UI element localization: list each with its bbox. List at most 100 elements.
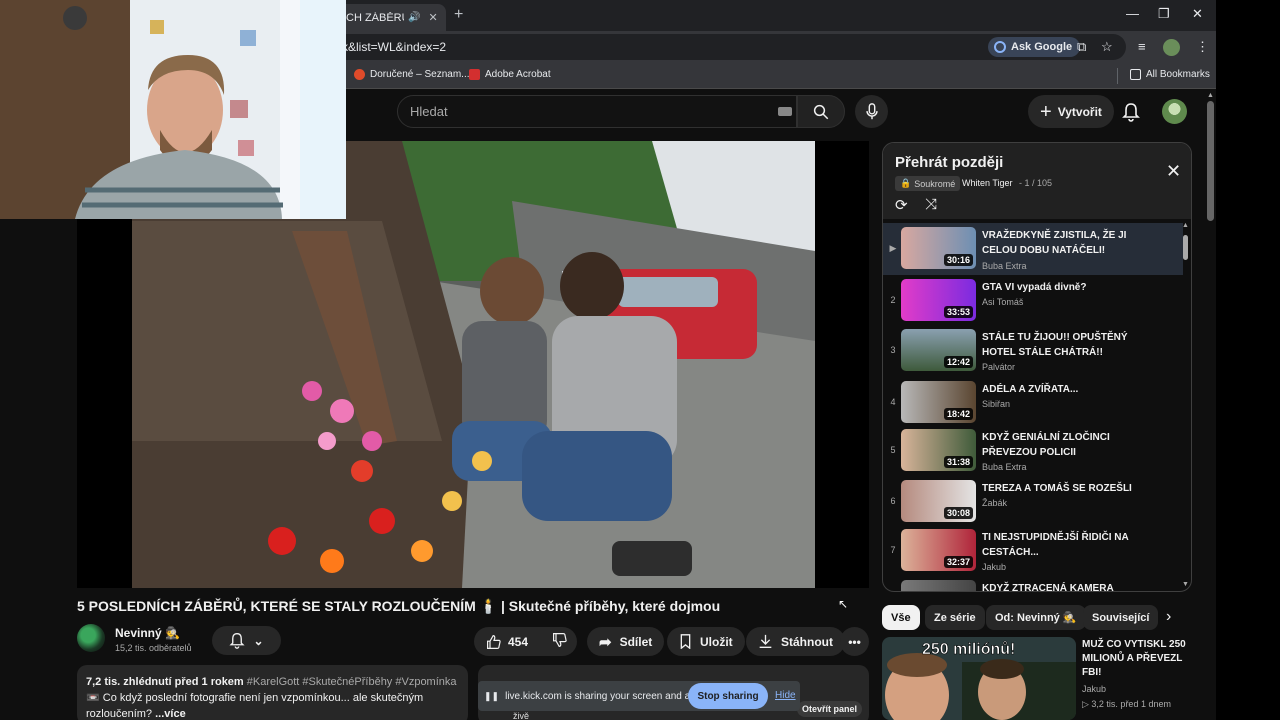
bookmark-acrobat[interactable]: Adobe Acrobat — [469, 69, 551, 80]
recommended-meta: ▷ 3,2 tis. před 1 dnem — [1082, 699, 1171, 709]
playlist-scrollbar[interactable]: ▲ ▼ — [1182, 222, 1189, 588]
url-text[interactable]: k&list=WL&index=2 — [342, 40, 446, 54]
profile-avatar-icon[interactable] — [1163, 39, 1180, 56]
search-input[interactable] — [410, 104, 750, 119]
dislike-button[interactable] — [552, 632, 568, 651]
menu-icon[interactable]: ⋮ — [1196, 39, 1209, 55]
restore-icon[interactable]: ❐ — [1158, 6, 1170, 22]
install-app-icon[interactable]: ⧉ — [1077, 39, 1086, 55]
thumbnail: 31:38 — [901, 429, 976, 471]
like-button[interactable]: 454 — [486, 634, 528, 650]
playlist-item[interactable]: 7 32:37 TI NEJSTUPIDNĚJŠÍ ŘIDIČI NA CEST… — [883, 525, 1183, 577]
like-dislike-group: 454 — [474, 627, 577, 656]
playing-indicator: ▶ — [889, 243, 897, 253]
duration: 12:42 — [943, 356, 973, 368]
new-tab-icon[interactable]: + — [454, 6, 463, 24]
tab-active[interactable]: CH ZÁBĚRŮ, KT 🔊 ✕ — [336, 4, 446, 31]
chip-related[interactable]: Související — [1083, 605, 1159, 630]
thumbnail-text: 250 miliónů! — [922, 641, 1015, 658]
bookmark-seznam[interactable]: Doručené – Seznam... — [354, 69, 470, 80]
more-icon: ••• — [848, 634, 861, 649]
playlist-item-channel: Buba Extra — [982, 462, 1027, 472]
more-link[interactable]: ...více — [155, 708, 186, 720]
chip-from-channel[interactable]: Od: Nevinný 🕵️ — [986, 605, 1086, 630]
scroll-up-icon[interactable]: ▲ — [1207, 92, 1214, 99]
minimize-icon[interactable]: — — [1126, 6, 1139, 21]
playlist-owner[interactable]: Whiten Tiger — [962, 178, 1013, 188]
chip-all[interactable]: Vše — [882, 605, 920, 630]
playlist-item[interactable]: ▶ 30:16 VRAŽEDKYNĚ ZJISTILA, ŽE JI CELOU… — [883, 223, 1183, 275]
playlist-index: 4 — [890, 397, 896, 407]
keyboard-icon[interactable] — [778, 107, 792, 116]
playlist-item[interactable]: 5 31:38 KDYŽ GENIÁLNÍ ZLOČINCI PŘEVEZOU … — [883, 425, 1183, 477]
notifications-bell-icon[interactable] — [1122, 102, 1140, 122]
duration: 30:08 — [943, 507, 973, 519]
webcam-overlay — [0, 0, 346, 219]
download-button[interactable]: Stáhnout — [746, 627, 845, 656]
channel-name[interactable]: Nevinný 🕵️ — [115, 626, 180, 640]
recommended-title[interactable]: MUŽ CO VYTISKL 250 MILIONŮ A PŘEVEZL FBI… — [1082, 638, 1200, 680]
playlist-item[interactable]: 6 30:08 TEREZA A TOMÁŠ SE ROZEŠLI Žabák — [883, 476, 1183, 528]
search-button[interactable] — [797, 95, 845, 128]
notifications-bell-icon — [229, 633, 246, 649]
recommended-channel[interactable]: Jakub — [1082, 684, 1106, 694]
scroll-down-icon[interactable]: ▼ — [1182, 581, 1189, 588]
duration: 18:42 — [943, 408, 973, 420]
playlist-item[interactable]: KDYŽ ZTRACENÁ KAMERA — [883, 576, 1183, 591]
mouse-cursor-icon: ↖ — [838, 597, 849, 611]
google-lens-icon — [994, 41, 1006, 53]
chevron-right-icon[interactable]: › — [1166, 608, 1171, 626]
more-actions-button[interactable]: ••• — [840, 627, 869, 656]
scroll-up-icon[interactable]: ▲ — [1182, 222, 1189, 229]
thumbs-down-icon — [553, 633, 567, 648]
playlist-item-title: GTA VI vypadá divně? — [982, 282, 1087, 293]
close-icon[interactable]: ✕ — [1166, 161, 1181, 182]
bookmark-star-icon[interactable]: ☆ — [1101, 39, 1113, 55]
playlist-item-channel: Sibiřan — [982, 399, 1011, 409]
ask-google-button[interactable]: Ask Google — [988, 37, 1081, 57]
hashtags[interactable]: #KarelGott #SkutečnéPříběhy #Vzpomínka — [247, 676, 457, 688]
voice-search-button[interactable] — [855, 95, 888, 128]
ask-google-label: Ask Google — [1011, 41, 1073, 53]
playlist-item-channel: Jakub — [982, 562, 1007, 572]
recommended-thumbnail[interactable]: 250 miliónů! — [882, 637, 1076, 720]
playlist-item[interactable]: 4 18:42 ADÉLA A ZVÍŘATA... Sibiřan — [883, 377, 1183, 429]
playlist-item-channel: Asi Tomáš — [982, 297, 1024, 307]
save-label: Uložit — [700, 634, 733, 649]
playlist-title[interactable]: Přehrát později — [895, 154, 1003, 171]
scrollbar-thumb[interactable] — [1183, 235, 1188, 260]
all-bookmarks-label: All Bookmarks — [1146, 69, 1210, 80]
view-count-date: 7,2 tis. zhlédnutí před 1 rokem — [86, 676, 244, 688]
media-controls-icon[interactable]: ≡ — [1138, 39, 1146, 54]
playlist-item[interactable]: 2 33:53 GTA VI vypadá divně? Asi Tomáš — [883, 275, 1183, 327]
subscribed-notifications-button[interactable]: ⌄ — [212, 626, 281, 655]
description-line: rozloučením? — [86, 708, 153, 720]
playlist-item-title: KDYŽ GENIÁLNÍ ZLOČINCI PŘEVEZOU POLICII — [982, 432, 1110, 458]
loop-icon[interactable]: ⟳ — [895, 196, 908, 214]
playlist-item[interactable]: 3 12:42 STÁLE TU ŽIJOU!! OPUŠTĚNÝ HOTEL … — [883, 325, 1183, 377]
page-scrollbar[interactable]: ▲ — [1205, 91, 1216, 720]
shuffle-icon[interactable]: ⤨ — [925, 196, 937, 213]
duration: 33:53 — [943, 306, 973, 318]
tab-close-icon[interactable]: ✕ — [428, 11, 437, 24]
description-box[interactable]: 7,2 tis. zhlédnutí před 1 rokem #KarelGo… — [77, 665, 468, 720]
channel-avatar[interactable] — [77, 624, 105, 652]
speaker-icon[interactable]: 🔊 — [408, 12, 420, 23]
playlist-index: 6 — [890, 496, 896, 506]
chip-series[interactable]: Ze série — [925, 605, 985, 630]
close-window-icon[interactable]: ✕ — [1192, 6, 1203, 22]
scrollbar-thumb[interactable] — [1207, 101, 1214, 221]
thumbnail: 30:16 — [901, 227, 976, 269]
create-button[interactable]: + Vytvořit — [1028, 95, 1114, 128]
share-button[interactable]: ➦ Sdílet — [587, 627, 665, 656]
all-bookmarks-button[interactable]: All Bookmarks — [1130, 69, 1210, 80]
acrobat-icon — [469, 69, 480, 80]
share-label: Sdílet — [619, 634, 653, 649]
playlist-item-title: TEREZA A TOMÁŠ SE ROZEŠLI — [982, 483, 1132, 494]
account-avatar[interactable] — [1162, 99, 1187, 124]
plus-icon: + — [1040, 100, 1052, 123]
hide-link[interactable]: Hide — [775, 690, 796, 701]
open-panel-button[interactable]: Otevřít panel — [797, 701, 863, 717]
save-button[interactable]: Uložit — [667, 627, 745, 656]
stop-sharing-button[interactable]: Stop sharing — [688, 683, 768, 709]
